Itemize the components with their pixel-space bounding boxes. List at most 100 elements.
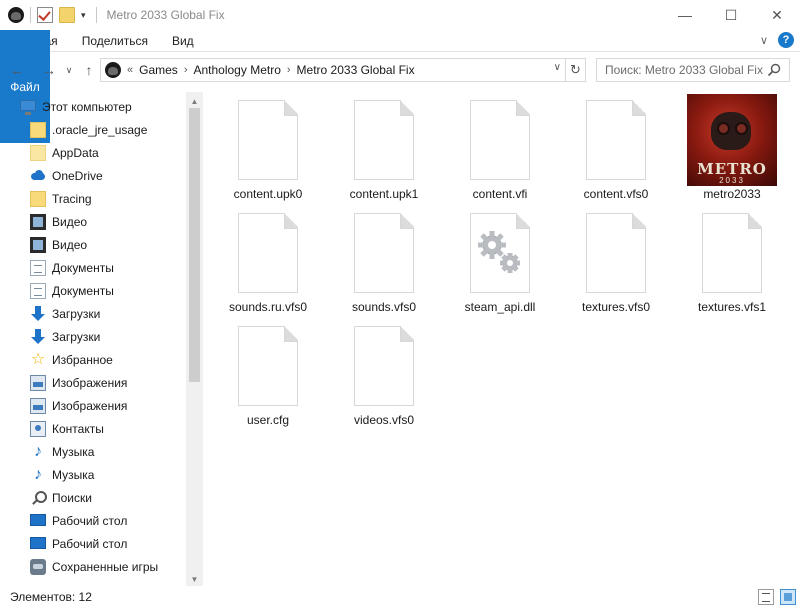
file-item[interactable]: user.cfg [210, 318, 326, 431]
search-input[interactable] [605, 63, 765, 77]
file-name: user.cfg [246, 413, 290, 427]
sidebar-item[interactable]: Видео [0, 210, 186, 233]
sidebar-item[interactable]: .oracle_jre_usage [0, 118, 186, 141]
breadcrumb-separator[interactable]: › [287, 64, 291, 76]
folder-icon [30, 144, 46, 161]
back-button[interactable]: ← [6, 59, 28, 81]
file-item[interactable]: content.vfs0 [558, 92, 674, 205]
file-item[interactable]: content.vfi [442, 92, 558, 205]
sidebar-item[interactable]: Этот компьютер [0, 95, 186, 118]
sidebar-item-label: Загрузки [52, 329, 101, 344]
blank-document-icon [238, 326, 298, 406]
blank-document-icon [586, 100, 646, 180]
desktop-icon [30, 513, 46, 526]
blank-document-icon [238, 100, 298, 180]
sidebar-item[interactable]: Поиски [0, 486, 186, 509]
sidebar-item[interactable]: Сохраненные игры [0, 555, 186, 578]
document-fold [400, 213, 414, 229]
file-item[interactable]: textures.vfs1 [674, 205, 790, 318]
sidebar-item[interactable]: ☆ Избранное [0, 348, 186, 371]
navigation-bar: ← → ∨ ↑ « Games › Anthology Metro › Metr… [0, 56, 800, 84]
sidebar-item[interactable]: ♪ Музыка [0, 440, 186, 463]
forward-button[interactable]: → [38, 59, 60, 81]
up-button[interactable]: ↑ [78, 59, 100, 81]
file-name: content.vfi [472, 187, 528, 201]
sidebar-item[interactable]: Рабочий стол [0, 532, 186, 555]
breadcrumb-separator[interactable]: › [184, 64, 188, 76]
help-icon[interactable]: ? [778, 32, 794, 48]
search-icon[interactable] [767, 63, 781, 77]
recent-locations-button[interactable]: ∨ [62, 59, 76, 81]
search-box[interactable] [596, 58, 790, 82]
document-fold [748, 213, 762, 229]
file-item[interactable]: videos.vfs0 [326, 318, 442, 431]
address-bar[interactable]: « Games › Anthology Metro › Metro 2033 G… [100, 58, 566, 82]
sidebar-item[interactable]: Документы [0, 279, 186, 302]
sidebar-item[interactable]: Документы [0, 256, 186, 279]
breadcrumb-games[interactable]: Games [139, 63, 178, 77]
sidebar-scrollbar-thumb[interactable] [189, 108, 200, 382]
file-item[interactable]: content.upk0 [210, 92, 326, 205]
file-item[interactable]: content.upk1 [326, 92, 442, 205]
music-icon: ♪ [34, 465, 42, 483]
sidebar-item[interactable]: ♪ Музыка [0, 463, 186, 486]
sidebar-item-label: Видео [52, 214, 88, 229]
tab-share[interactable]: Поделиться [70, 30, 160, 51]
title-separator [30, 7, 31, 23]
pictures-icon [30, 397, 46, 414]
document-fold [632, 213, 646, 229]
music-icon: ♪ [34, 442, 42, 460]
sidebar-item[interactable]: Контакты [0, 417, 186, 440]
document-fold [516, 100, 530, 116]
ribbon-tabs: Файл Главная Поделиться Вид ∨ ? [0, 30, 800, 143]
expand-ribbon-icon[interactable]: ∨ [760, 34, 768, 47]
file-item[interactable]: steam_api.dll [442, 205, 558, 318]
scroll-up-icon[interactable]: ▲ [188, 94, 201, 108]
sidebar-item[interactable]: Загрузки [0, 325, 186, 348]
blank-document-icon [238, 213, 298, 293]
close-button[interactable]: ✕ [754, 0, 800, 30]
address-dropdown-icon[interactable]: ∨ [554, 62, 561, 73]
video-icon [30, 236, 46, 253]
file-name: content.vfs0 [583, 187, 649, 201]
breadcrumb-metro-2033-global-fix[interactable]: Metro 2033 Global Fix [297, 63, 415, 77]
properties-icon[interactable] [37, 7, 53, 23]
blank-document-icon [586, 213, 646, 293]
document-fold [632, 100, 646, 116]
folder-location-icon [105, 62, 121, 78]
sidebar-item[interactable]: Загрузки [0, 302, 186, 325]
sidebar-item-label: Этот компьютер [42, 99, 132, 114]
blank-document-icon [354, 326, 414, 406]
app-icon[interactable] [8, 7, 24, 23]
details-view-icon[interactable] [758, 589, 774, 605]
sidebar-item[interactable]: Изображения [0, 394, 186, 417]
window-title: Metro 2033 Global Fix [106, 8, 225, 22]
sidebar-item[interactable]: Изображения [0, 371, 186, 394]
sidebar-item[interactable]: Рабочий стол [0, 509, 186, 532]
file-name: videos.vfs0 [353, 413, 415, 427]
sidebar-item[interactable]: Видео [0, 233, 186, 256]
large-icons-view-icon[interactable] [780, 589, 796, 605]
file-item[interactable]: METRO 2033 metro2033 [674, 92, 790, 205]
breadcrumb-anthology-metro[interactable]: Anthology Metro [193, 63, 280, 77]
sidebar-item-label: Контакты [52, 421, 104, 436]
maximize-button[interactable]: ☐ [708, 0, 754, 30]
sidebar-item[interactable]: Tracing [0, 187, 186, 210]
file-name: textures.vfs0 [581, 300, 651, 314]
mask-eye [717, 122, 730, 135]
scroll-down-icon[interactable]: ▼ [188, 572, 201, 586]
file-item[interactable]: sounds.vfs0 [326, 205, 442, 318]
refresh-button[interactable]: ↻ [566, 58, 586, 82]
document-fold [284, 100, 298, 116]
tab-view[interactable]: Вид [160, 30, 206, 51]
quick-access-dropdown-icon[interactable]: ▾ [81, 10, 86, 21]
file-item[interactable]: sounds.ru.vfs0 [210, 205, 326, 318]
file-name: sounds.ru.vfs0 [228, 300, 308, 314]
sidebar-item[interactable]: OneDrive [0, 164, 186, 187]
new-folder-icon[interactable] [59, 7, 75, 23]
minimize-button[interactable]: — [662, 0, 708, 30]
breadcrumb-overflow[interactable]: « [127, 64, 133, 76]
file-item[interactable]: textures.vfs0 [558, 205, 674, 318]
sidebar-item[interactable]: AppData [0, 141, 186, 164]
poster-subtitle: 2033 [719, 176, 745, 185]
